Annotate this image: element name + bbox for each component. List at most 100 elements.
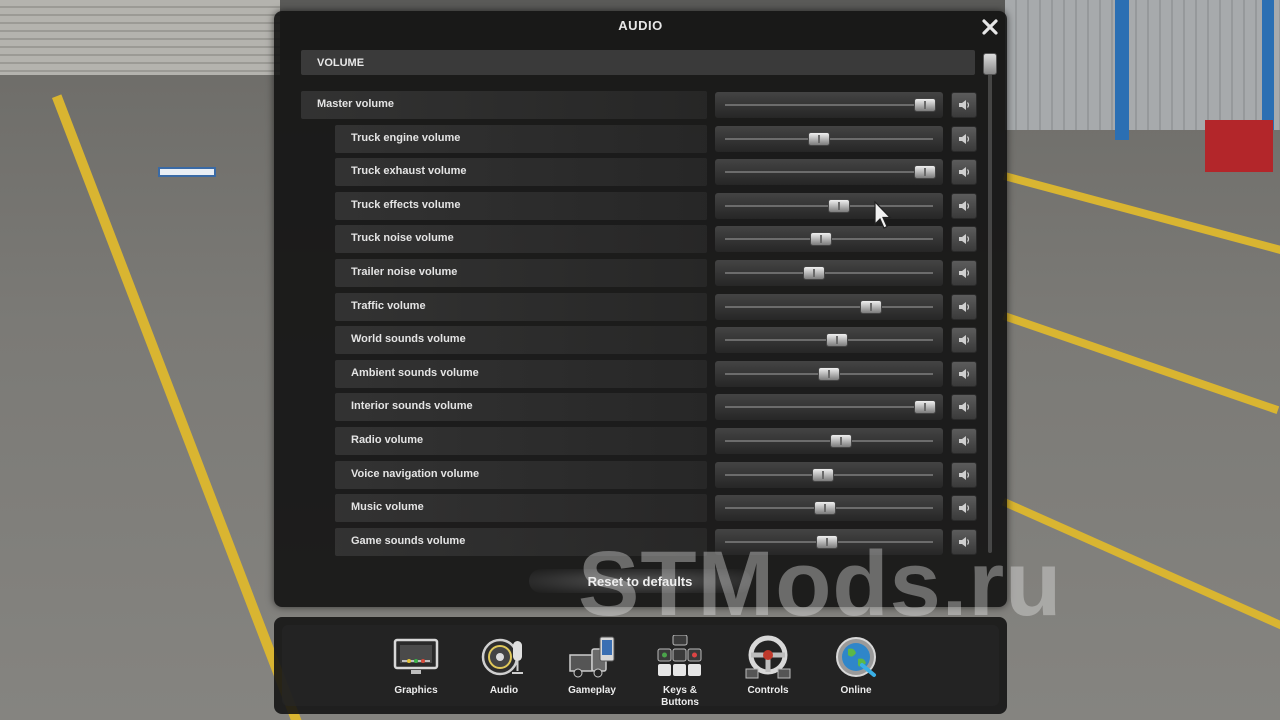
slider-thumb[interactable] bbox=[828, 198, 850, 213]
volume-label: Music volume bbox=[351, 501, 424, 514]
mute-button[interactable] bbox=[951, 92, 977, 118]
volume-slider[interactable] bbox=[715, 260, 943, 286]
slider-thumb[interactable] bbox=[860, 299, 882, 314]
slider-thumb[interactable] bbox=[803, 266, 825, 280]
mute-button[interactable] bbox=[951, 360, 977, 387]
slider-track bbox=[725, 272, 933, 274]
nav-item-online[interactable]: Online bbox=[816, 625, 896, 706]
nav-item-label: Audio bbox=[489, 685, 519, 696]
steel-pillar bbox=[1262, 0, 1274, 130]
nav-item-graphics[interactable]: Graphics bbox=[376, 625, 456, 706]
volume-label: Traffic volume bbox=[351, 299, 426, 312]
speaker-mute-icon bbox=[959, 167, 970, 178]
speaker-icon bbox=[480, 635, 528, 679]
volume-row: Truck engine volume bbox=[274, 124, 1007, 153]
monitor-icon bbox=[392, 635, 440, 679]
nav-item-keys[interactable]: Keys & Buttons bbox=[640, 625, 720, 708]
volume-label: World sounds volume bbox=[351, 333, 466, 346]
volume-slider[interactable] bbox=[715, 192, 943, 219]
mute-button[interactable] bbox=[951, 327, 977, 354]
volume-slider[interactable] bbox=[715, 360, 943, 387]
slider-thumb[interactable] bbox=[914, 98, 936, 112]
volume-slider[interactable] bbox=[715, 226, 943, 253]
volume-label: Interior sounds volume bbox=[351, 400, 473, 413]
volume-label: Truck engine volume bbox=[351, 131, 461, 144]
slider-thumb[interactable] bbox=[826, 333, 848, 348]
volume-slider[interactable] bbox=[715, 159, 943, 186]
nav-item-label: Keys & Buttons bbox=[661, 685, 699, 708]
speaker-mute-icon bbox=[959, 200, 970, 211]
slider-thumb[interactable] bbox=[808, 131, 830, 146]
mute-button[interactable] bbox=[951, 293, 977, 320]
speaker-mute-icon bbox=[959, 436, 970, 446]
speaker-mute-icon bbox=[959, 100, 970, 110]
keyboard-icon bbox=[656, 635, 704, 679]
volume-slider[interactable] bbox=[715, 394, 943, 421]
volume-slider[interactable] bbox=[715, 125, 943, 152]
slider-thumb[interactable] bbox=[816, 534, 838, 549]
nav-item-label: Graphics bbox=[394, 685, 438, 696]
steel-pillar bbox=[1115, 0, 1129, 140]
slider-track bbox=[725, 440, 933, 442]
volume-row: World sounds volume bbox=[274, 326, 1007, 355]
slider-track bbox=[725, 104, 933, 106]
mute-button[interactable] bbox=[951, 260, 977, 286]
audio-settings-dialog: AUDIO VOLUME Master volume Truck engine v… bbox=[274, 11, 1007, 607]
volume-slider[interactable] bbox=[715, 327, 943, 354]
volume-label: Truck noise volume bbox=[351, 232, 454, 245]
volume-slider[interactable] bbox=[715, 293, 943, 320]
mute-button[interactable] bbox=[951, 495, 977, 522]
volume-label: Ambient sounds volume bbox=[351, 366, 479, 379]
slider-thumb[interactable] bbox=[814, 501, 836, 516]
slider-track bbox=[725, 406, 933, 409]
volume-slider[interactable] bbox=[715, 428, 943, 454]
settings-nav-inner: Graphics Audio Gameplay Keys & Buttons Contr… bbox=[282, 625, 999, 708]
mute-button[interactable] bbox=[951, 394, 977, 421]
slider-thumb[interactable] bbox=[818, 366, 840, 381]
speaker-mute-icon bbox=[959, 402, 970, 413]
tool-cabinet bbox=[1205, 120, 1273, 172]
reset-to-defaults-button[interactable]: Reset to defaults bbox=[529, 569, 751, 593]
volume-row: Radio volume bbox=[274, 427, 1007, 455]
nav-item-audio[interactable]: Audio bbox=[464, 625, 544, 706]
volume-row: Master volume bbox=[274, 91, 1007, 119]
speaker-mute-icon bbox=[959, 368, 970, 379]
slider-thumb[interactable] bbox=[914, 165, 936, 180]
volume-row: Traffic volume bbox=[274, 292, 1007, 321]
speaker-mute-icon bbox=[959, 503, 970, 514]
slider-thumb[interactable] bbox=[810, 232, 832, 247]
volume-label: Trailer noise volume bbox=[351, 266, 458, 278]
floor-plate bbox=[158, 167, 216, 177]
nav-item-label: Controls bbox=[747, 685, 789, 696]
volume-slider[interactable] bbox=[715, 92, 943, 118]
volume-row: Truck exhaust volume bbox=[274, 158, 1007, 187]
volume-label: Voice navigation volume bbox=[351, 467, 480, 480]
mute-button[interactable] bbox=[951, 528, 977, 555]
nav-item-controls[interactable]: Controls bbox=[728, 625, 808, 706]
nav-item-label: Gameplay bbox=[568, 685, 616, 696]
volume-label: Truck effects volume bbox=[351, 198, 461, 211]
volume-row: Interior sounds volume bbox=[274, 393, 1007, 422]
mute-button[interactable] bbox=[951, 159, 977, 186]
mute-button[interactable] bbox=[951, 226, 977, 253]
slider-thumb[interactable] bbox=[914, 400, 936, 415]
volume-row: Ambient sounds volume bbox=[274, 359, 1007, 388]
speaker-mute-icon bbox=[959, 536, 970, 547]
volume-slider[interactable] bbox=[715, 528, 943, 555]
slider-thumb[interactable] bbox=[830, 434, 852, 448]
steering-wheel-icon bbox=[744, 635, 792, 679]
mute-button[interactable] bbox=[951, 125, 977, 152]
slider-track bbox=[725, 171, 933, 174]
volume-row: Game sounds volume bbox=[274, 527, 1007, 556]
volume-slider[interactable] bbox=[715, 495, 943, 522]
mute-button[interactable] bbox=[951, 461, 977, 488]
speaker-mute-icon bbox=[959, 234, 970, 245]
nav-item-label: Online bbox=[840, 685, 872, 696]
mute-button[interactable] bbox=[951, 192, 977, 219]
slider-thumb[interactable] bbox=[812, 467, 834, 482]
nav-item-gameplay[interactable]: Gameplay bbox=[552, 625, 632, 706]
volume-slider[interactable] bbox=[715, 461, 943, 488]
volume-row: Music volume bbox=[274, 494, 1007, 523]
mute-button[interactable] bbox=[951, 428, 977, 454]
speaker-mute-icon bbox=[959, 133, 970, 144]
